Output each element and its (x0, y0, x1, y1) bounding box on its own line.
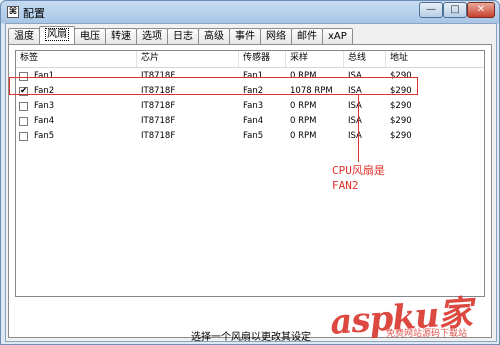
tab-voltage[interactable]: 电压 (74, 28, 106, 44)
cell-bus: ISA (348, 101, 362, 111)
cell-chip: IT8718F (141, 116, 176, 126)
cell-chip: IT8718F (141, 86, 176, 96)
column-header-address[interactable]: 地址 (386, 51, 484, 67)
cell-label: Fan3 (34, 101, 55, 111)
cell-label: Fan1 (34, 71, 55, 81)
cell-sample: 1078 RPM (290, 86, 333, 96)
maximize-button[interactable]: □ (443, 2, 467, 18)
column-header-chip[interactable]: 芯片 (137, 51, 239, 67)
annotation-callout: CPU风扇是 FAN2 (332, 163, 385, 193)
cell-chip: IT8718F (141, 71, 176, 81)
cell-label: Fan5 (34, 131, 55, 141)
cell-sensor: Fan5 (243, 131, 264, 141)
cell-sample: 0 RPM (290, 131, 317, 141)
cell-address: $290 (390, 71, 412, 81)
cell-sensor: Fan4 (243, 116, 264, 126)
tab-advanced[interactable]: 高级 (198, 28, 230, 44)
title-bar[interactable]: ⌘ 配置 — □ ✕ (1, 1, 499, 23)
tab-log[interactable]: 日志 (167, 28, 199, 44)
cell-sensor: Fan2 (243, 86, 264, 96)
tab-network[interactable]: 网络 (260, 28, 292, 44)
cell-chip: IT8718F (141, 101, 176, 111)
tab-mail[interactable]: 邮件 (291, 28, 323, 44)
cell-sample: 0 RPM (290, 101, 317, 111)
cell-address: $290 (390, 101, 412, 111)
cell-sample: 0 RPM (290, 71, 317, 81)
app-icon: ⌘ (7, 6, 19, 18)
list-header: 标签 芯片 传感器 采样 总线 地址 (16, 51, 484, 68)
cell-sensor: Fan3 (243, 101, 264, 111)
cell-bus: ISA (348, 116, 362, 126)
cell-label: Fan4 (34, 116, 55, 126)
table-row[interactable]: Fan3 IT8718F Fan3 0 RPM ISA $290 (16, 99, 484, 114)
cell-bus: ISA (348, 71, 362, 81)
row-checkbox[interactable] (19, 102, 28, 111)
tab-strip: 温度 风扇 电压 转速 选项 日志 高级 事件 网络 邮件 xAP (8, 26, 353, 44)
annotation-line-1: CPU风扇是 (332, 164, 385, 177)
tab-fan[interactable]: 风扇 (39, 26, 75, 44)
tab-xap[interactable]: xAP (322, 28, 353, 44)
row-checkbox[interactable]: ✔ (19, 87, 28, 96)
column-header-bus[interactable]: 总线 (344, 51, 386, 67)
cell-address: $290 (390, 116, 412, 126)
cell-address: $290 (390, 131, 412, 141)
table-row[interactable]: Fan5 IT8718F Fan5 0 RPM ISA $290 (16, 129, 484, 144)
table-row[interactable]: Fan1 IT8718F Fan1 0 RPM ISA $290 (16, 69, 484, 84)
table-row[interactable]: ✔ Fan2 IT8718F Fan2 1078 RPM ISA $290 (16, 84, 484, 99)
tab-temperature[interactable]: 温度 (8, 28, 40, 44)
tab-options[interactable]: 选项 (136, 28, 168, 44)
row-checkbox[interactable] (19, 72, 28, 81)
cell-sample: 0 RPM (290, 116, 317, 126)
cell-sensor: Fan1 (243, 71, 264, 81)
annotation-line-2: FAN2 (332, 179, 359, 192)
cell-address: $290 (390, 86, 412, 96)
cell-label: Fan2 (34, 86, 55, 96)
cell-chip: IT8718F (141, 131, 176, 141)
cell-bus: ISA (348, 86, 362, 96)
window-title: 配置 (23, 7, 45, 20)
column-header-sample[interactable]: 采样 (286, 51, 344, 67)
close-button[interactable]: ✕ (467, 2, 495, 18)
tab-events[interactable]: 事件 (229, 28, 261, 44)
column-header-sensor[interactable]: 传感器 (239, 51, 286, 67)
cell-bus: ISA (348, 131, 362, 141)
annotation-pointer-line (358, 95, 359, 162)
minimize-button[interactable]: — (419, 2, 443, 18)
watermark-tagline: 免费网站源码下载站 (386, 329, 468, 339)
table-row[interactable]: Fan4 IT8718F Fan4 0 RPM ISA $290 (16, 114, 484, 129)
column-header-label[interactable]: 标签 (16, 51, 137, 67)
row-checkbox[interactable] (19, 117, 28, 126)
fan-list[interactable]: 标签 芯片 传感器 采样 总线 地址 Fan1 IT8718F Fan1 0 R… (15, 50, 485, 297)
tab-speed[interactable]: 转速 (105, 28, 137, 44)
row-checkbox[interactable] (19, 132, 28, 141)
